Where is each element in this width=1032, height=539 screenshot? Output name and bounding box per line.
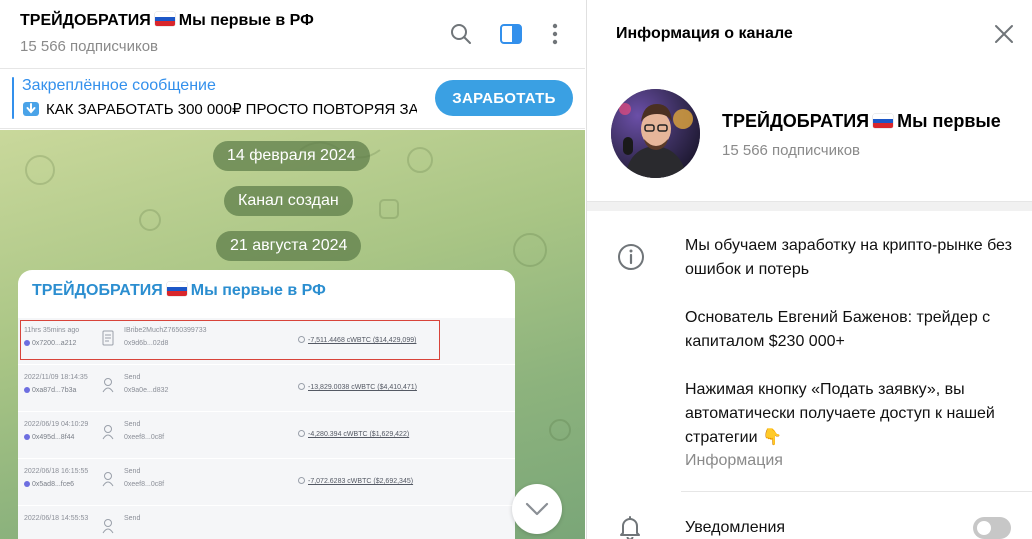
section-divider: [587, 201, 1032, 211]
more-vertical-icon: [552, 23, 558, 45]
russia-flag-icon: [154, 12, 175, 26]
earn-button[interactable]: ЗАРАБОТАТЬ: [435, 80, 573, 116]
avatar-image: [611, 89, 700, 178]
date-divider: 21 августа 2024: [216, 231, 362, 261]
table-row: 2022/06/18 16:15:55 0x5ad8...fce6 Send 0…: [18, 459, 515, 506]
pinned-label: Закреплённое сообщение: [22, 77, 216, 94]
russia-flag-icon: [873, 114, 894, 128]
user-icon: [102, 519, 114, 534]
search-button[interactable]: [449, 22, 473, 46]
close-button[interactable]: [993, 23, 1015, 45]
table-row: 2022/06/19 04:10:29 0x495d...8f44 Send 0…: [18, 412, 515, 459]
user-icon: [102, 378, 114, 393]
service-message: Канал создан: [224, 186, 353, 216]
channel-message[interactable]: ТРЕЙДОБРАТИЯ Мы первые в РФ 11hrs 35mins …: [18, 270, 515, 539]
channel-subscribers: 15 566 подписчиков: [722, 142, 861, 159]
chevron-down-icon: [525, 502, 549, 516]
channel-name: ТРЕЙДОБРАТИЯМы первые в РФ: [722, 111, 1007, 131]
user-icon: [102, 425, 114, 440]
channel-description: Мы обучаем заработку на крипто-рынке без…: [685, 237, 1012, 446]
message-author[interactable]: ТРЕЙДОБРАТИЯ Мы первые в РФ: [32, 282, 326, 300]
chat-header[interactable]: ТРЕЙДОБРАТИЯ Мы первые в РФ 15 566 подпис…: [0, 0, 585, 69]
date-divider: 14 февраля 2024: [213, 141, 370, 171]
description-label: Информация: [685, 452, 783, 469]
divider: [681, 491, 1032, 492]
notifications-toggle[interactable]: [973, 517, 1011, 539]
info-header: Информация о канале: [616, 25, 793, 42]
chat-subscribers: 15 566 подписчиков: [20, 38, 159, 55]
table-row: 11hrs 35mins ago 0x7200...a212 IBribe2Mu…: [18, 318, 515, 365]
toggle-knob: [975, 519, 993, 537]
channel-info-pane: Информация о канале ТРЕЙДОБРАТИЯ Мы первы…: [586, 0, 1032, 539]
russia-flag-icon: [166, 282, 187, 296]
chat-title[interactable]: ТРЕЙДОБРАТИЯ Мы первые в РФ: [20, 12, 314, 30]
user-icon: [102, 472, 114, 487]
scroll-down-button[interactable]: [512, 484, 562, 534]
pinned-indicator: [12, 77, 14, 119]
sidebar-toggle-icon: [500, 24, 522, 44]
bell-icon: [620, 516, 640, 539]
document-icon: [102, 330, 114, 346]
close-icon: [995, 25, 1013, 43]
message-image[interactable]: 11hrs 35mins ago 0x7200...a212 IBribe2Mu…: [18, 318, 515, 539]
table-row: 2022/06/18 14:55:53 Send: [18, 506, 515, 539]
avatar[interactable]: [611, 89, 700, 178]
sidebar-toggle-button[interactable]: [499, 22, 523, 46]
more-button[interactable]: [543, 22, 567, 46]
chat-background: 14 февраля 2024 Канал создан 21 августа …: [0, 130, 585, 539]
notifications-label: Уведомления: [685, 519, 786, 536]
pinned-message-bar[interactable]: Закреплённое сообщение КАК ЗАРАБОТАТЬ 30…: [0, 69, 585, 129]
pin-icon: [23, 102, 39, 116]
chat-pane: ТРЕЙДОБРАТИЯ Мы первые в РФ 15 566 подпис…: [0, 0, 585, 539]
pinned-text: КАК ЗАРАБОТАТЬ 300 000₽ ПРОСТО ПОВТОРЯЯ …: [22, 100, 417, 118]
table-row: 2022/11/09 18:14:35 0xa87d...7b3a Send 0…: [18, 365, 515, 412]
info-icon: [618, 244, 644, 270]
search-icon: [451, 24, 471, 44]
